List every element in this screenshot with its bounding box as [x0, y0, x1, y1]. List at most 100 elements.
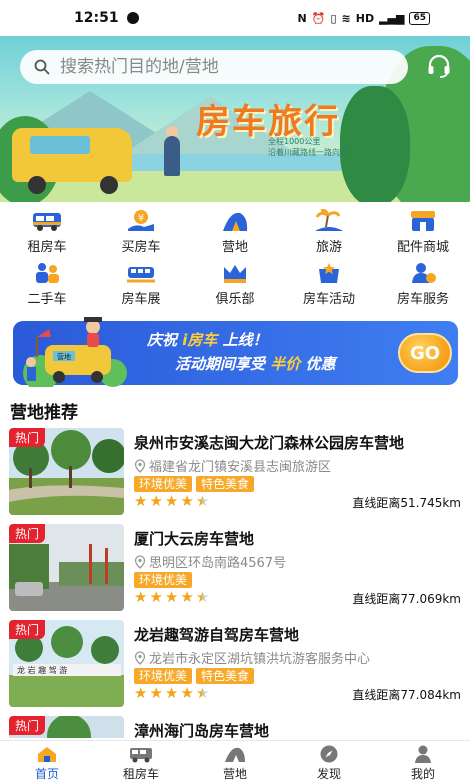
tree-illustration [340, 86, 410, 202]
promo-banner[interactable]: 营地 庆祝 i房车 上线！ 活动期间享受 半价 优惠 GO [13, 317, 458, 387]
feature-tag: 环境优美 [134, 668, 193, 684]
hero-subtitle-line2: 沿着川藏路线一路向西 [268, 148, 348, 157]
bottom-navigation: 首页 租房车 营地 发现 我的 [0, 740, 470, 784]
hd-icon: HD [355, 11, 375, 25]
traveler-illustration [164, 136, 180, 176]
camp-photo: 热门 [9, 428, 124, 515]
camp-distance: 直线距离77.069km [352, 592, 461, 606]
rv-icon [129, 744, 153, 764]
star-icon: ★ [164, 684, 179, 702]
camp-card[interactable]: 热门 漳州海门岛房车营地 [0, 716, 470, 738]
camp-tags: 环境优美 特色美食 [134, 668, 255, 684]
promo-illustration: 营地 [23, 317, 127, 387]
tent-icon [223, 744, 247, 764]
alarm-icon: ⏰ [311, 11, 326, 25]
used-car-icon [32, 261, 62, 285]
feature-tag: 环境优美 [134, 476, 193, 492]
camp-name: 龙岩趣驾游自驾房车营地 [134, 626, 300, 644]
promo-headline: 庆祝 i房车 上线！ [147, 329, 268, 350]
category-label: 房车活动 [302, 292, 355, 307]
rv-events-icon [314, 261, 344, 285]
camp-card[interactable]: 热门 厦门大云房车营地 思明区环岛南路4567号 环境优美 ★ ★ ★ ★ ★ … [0, 524, 470, 616]
camp-card[interactable]: 热门 泉州市安溪志闽大龙门森林公园房车营地 福建省龙门镇安溪县志闽旅游区 环境优… [0, 428, 470, 520]
category-rv-service[interactable]: 房车服务 [376, 257, 470, 309]
category-rv-events[interactable]: 房车活动 [282, 257, 376, 309]
search-input[interactable] [58, 56, 392, 78]
nav-home[interactable]: 首页 [0, 741, 94, 784]
nav-label: 我的 [410, 766, 435, 781]
travel-icon [314, 209, 344, 233]
location-pin-icon [134, 554, 146, 569]
battery-icon: 65 [409, 11, 430, 25]
svg-text:¥: ¥ [138, 213, 144, 224]
location-pin-icon [134, 650, 146, 665]
go-button[interactable]: GO [398, 333, 452, 373]
signal-icon: ▂▄▆ [379, 11, 405, 25]
parts-shop-icon [408, 209, 438, 233]
search-bar[interactable] [20, 50, 408, 84]
nav-label: 首页 [34, 766, 59, 781]
promo-brand: i房车 [182, 331, 218, 349]
category-label: 二手车 [27, 292, 67, 307]
category-label: 旅游 [315, 240, 342, 255]
category-travel[interactable]: 旅游 [282, 205, 376, 257]
category-parts-shop[interactable]: 配件商城 [376, 205, 470, 257]
category-club[interactable]: 俱乐部 [188, 257, 282, 309]
location-pin-icon [134, 458, 146, 473]
compass-icon [317, 744, 341, 764]
nav-campsite[interactable]: 营地 [188, 741, 282, 784]
promo-text: 活动期间享受 [175, 355, 266, 373]
category-label: 配件商城 [396, 240, 449, 255]
club-icon [220, 261, 250, 285]
hot-badge: 热门 [9, 620, 46, 639]
promo-text: 优惠 [305, 355, 336, 373]
wifi-icon: ≋ [341, 11, 351, 25]
half-star-icon: ★ [195, 588, 210, 606]
van-window [30, 136, 90, 154]
nav-label: 营地 [222, 766, 247, 781]
camp-name: 厦门大云房车营地 [134, 530, 255, 548]
promo-text: 上线！ [222, 331, 268, 349]
nav-rv-rental[interactable]: 租房车 [94, 741, 188, 784]
hot-badge: 热门 [9, 524, 46, 543]
hot-badge: 热门 [9, 716, 46, 735]
van-wheel [28, 176, 46, 194]
notification-icon [126, 12, 139, 24]
category-label: 房车服务 [396, 292, 449, 307]
customer-service-icon[interactable] [426, 53, 452, 79]
hero-subtitle-line1: 全程1000公里 [268, 137, 321, 146]
category-campsite[interactable]: 营地 [188, 205, 282, 257]
camp-address: 思明区环岛南路4567号 [134, 552, 286, 571]
rv-rental-icon [32, 209, 62, 233]
promo-subline: 活动期间享受 半价 优惠 [175, 353, 336, 374]
camp-address-text: 龙岩市永定区湖坑镇洪坑游客服务中心 [149, 652, 371, 667]
camp-address: 福建省龙门镇安溪县志闽旅游区 [134, 456, 331, 475]
category-buy-rv[interactable]: ¥ 买房车 [94, 205, 188, 257]
star-icon: ★ [180, 588, 194, 606]
feature-tag: 环境优美 [134, 572, 193, 588]
star-icon: ★ [164, 588, 179, 606]
half-star-icon: ★ [195, 684, 210, 702]
nav-discover[interactable]: 发现 [282, 741, 376, 784]
system-icons: N ⏰ ▯ ≋ HD ▂▄▆ 65 [298, 11, 430, 25]
svg-text:龙 岩 趣 驾 游: 龙 岩 趣 驾 游 [17, 665, 67, 675]
camp-photo: 龙 岩 趣 驾 游 热门 [9, 620, 124, 707]
category-used-car[interactable]: 二手车 [0, 257, 94, 309]
category-grid: 租房车 ¥ 买房车 营地 旅游 配件商城 二手车 房车展 俱乐部 房车活动 房车… [0, 205, 470, 309]
promo-sign-text: 营地 [57, 352, 71, 361]
star-icon: ★ [134, 492, 148, 510]
star-icon: ★ [149, 684, 163, 702]
star-icon: ★ [134, 588, 148, 606]
home-icon [35, 744, 59, 764]
camp-list[interactable]: 热门 泉州市安溪志闽大龙门森林公园房车营地 福建省龙门镇安溪县志闽旅游区 环境优… [0, 428, 470, 738]
campsite-icon [220, 209, 250, 233]
camp-name: 漳州海门岛房车营地 [134, 722, 270, 738]
camp-card[interactable]: 龙 岩 趣 驾 游 热门 龙岩趣驾游自驾房车营地 龙岩市永定区湖坑镇洪坑游客服务… [0, 620, 470, 712]
star-icon: ★ [149, 492, 163, 510]
category-rv-rental[interactable]: 租房车 [0, 205, 94, 257]
camp-address-text: 思明区环岛南路4567号 [149, 556, 287, 571]
nav-profile[interactable]: 我的 [376, 741, 470, 784]
camp-distance: 直线距离77.084km [352, 688, 461, 702]
category-rv-expo[interactable]: 房车展 [94, 257, 188, 309]
star-icon: ★ [164, 492, 179, 510]
